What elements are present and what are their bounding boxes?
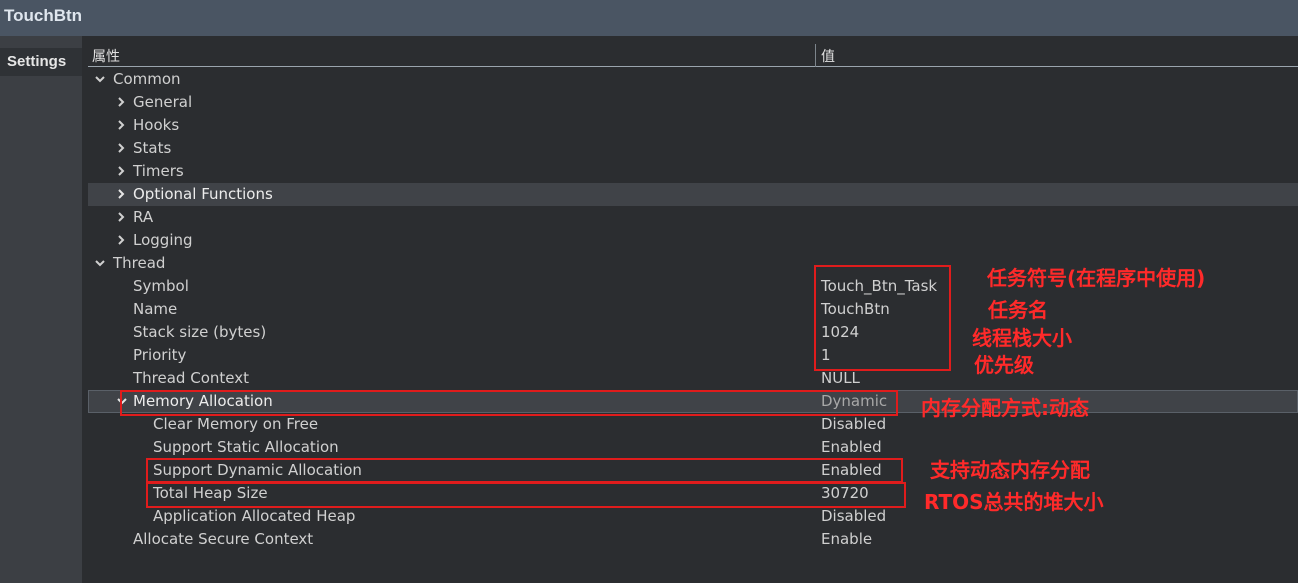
chevron-right-icon[interactable] bbox=[116, 189, 126, 199]
annotation-stack-note: 线程栈大小 bbox=[972, 326, 1072, 350]
property-row-support-static[interactable]: Support Static Allocation Enabled bbox=[88, 436, 1298, 459]
tree-item-hooks[interactable]: Hooks bbox=[88, 114, 1298, 137]
row-label: Thread bbox=[113, 254, 166, 272]
chevron-right-icon[interactable] bbox=[116, 212, 126, 222]
row-value[interactable]: Enabled bbox=[821, 436, 882, 459]
row-label: RA bbox=[133, 208, 154, 226]
row-label: Thread Context bbox=[133, 369, 249, 387]
tree-item-ra[interactable]: RA bbox=[88, 206, 1298, 229]
row-label: Name bbox=[133, 300, 178, 318]
chevron-down-icon[interactable] bbox=[95, 74, 105, 84]
tree-item-logging[interactable]: Logging bbox=[88, 229, 1298, 252]
property-row-clear-memory[interactable]: Clear Memory on Free Disabled bbox=[88, 413, 1298, 436]
header-property[interactable]: 属性 bbox=[92, 46, 120, 66]
chevron-right-icon[interactable] bbox=[116, 120, 126, 130]
property-row-app-allocated-heap[interactable]: Application Allocated Heap Disabled bbox=[88, 505, 1298, 528]
property-row-name[interactable]: Name TouchBtn bbox=[88, 298, 1298, 321]
row-label: Clear Memory on Free bbox=[153, 415, 319, 433]
row-label: Symbol bbox=[133, 277, 189, 295]
tree-item-timers[interactable]: Timers bbox=[88, 160, 1298, 183]
annotation-box-memory-allocation bbox=[120, 390, 898, 416]
tree-item-optional-functions[interactable]: Optional Functions bbox=[88, 183, 1298, 206]
annotation-box-heap-size bbox=[146, 482, 906, 508]
row-label: General bbox=[133, 93, 193, 111]
row-label: Timers bbox=[133, 162, 184, 180]
chevron-right-icon[interactable] bbox=[116, 235, 126, 245]
column-divider[interactable] bbox=[815, 44, 816, 67]
property-row-thread-context[interactable]: Thread Context NULL bbox=[88, 367, 1298, 390]
tree-item-stats[interactable]: Stats bbox=[88, 137, 1298, 160]
property-row-secure-context[interactable]: Allocate Secure Context Enable bbox=[88, 528, 1298, 551]
tab-settings[interactable]: Settings bbox=[0, 48, 82, 76]
annotation-name-note: 任务名 bbox=[988, 298, 1048, 322]
chevron-down-icon[interactable] bbox=[95, 258, 105, 268]
annotation-heap-note: RTOS总共的堆大小 bbox=[924, 490, 1104, 514]
chevron-right-icon[interactable] bbox=[116, 97, 126, 107]
row-label: Common bbox=[113, 70, 181, 88]
chevron-right-icon[interactable] bbox=[116, 143, 126, 153]
sidebar: Settings bbox=[0, 36, 82, 583]
annotation-symbol-note: 任务符号(在程序中使用) bbox=[987, 266, 1206, 290]
row-value[interactable]: Disabled bbox=[821, 505, 886, 528]
tree-item-general[interactable]: General bbox=[88, 91, 1298, 114]
row-label: Allocate Secure Context bbox=[133, 530, 314, 548]
annotation-box-dynamic-allocation bbox=[146, 458, 903, 483]
row-label: Priority bbox=[133, 346, 187, 364]
annotation-priority-note: 优先级 bbox=[974, 353, 1034, 377]
row-value[interactable]: Disabled bbox=[821, 413, 886, 436]
row-label: Application Allocated Heap bbox=[153, 507, 356, 525]
row-label: Optional Functions bbox=[133, 185, 273, 203]
tree-group-common[interactable]: Common bbox=[88, 68, 1298, 91]
annotation-box-thread-values bbox=[814, 265, 951, 371]
row-label: Stats bbox=[133, 139, 172, 157]
table-header: 属性 值 bbox=[88, 44, 1298, 67]
title-bar: TouchBtn bbox=[0, 0, 1298, 36]
header-value[interactable]: 值 bbox=[821, 46, 835, 66]
annotation-dynamic-note: 支持动态内存分配 bbox=[930, 458, 1090, 482]
window-title: TouchBtn bbox=[4, 6, 83, 25]
property-row-priority[interactable]: Priority 1 bbox=[88, 344, 1298, 367]
annotation-memory-note: 内存分配方式:动态 bbox=[921, 396, 1089, 420]
row-value[interactable]: Enable bbox=[821, 528, 872, 551]
chevron-right-icon[interactable] bbox=[116, 166, 126, 176]
property-row-stack-size[interactable]: Stack size (bytes) 1024 bbox=[88, 321, 1298, 344]
row-label: Logging bbox=[133, 231, 193, 249]
row-label: Hooks bbox=[133, 116, 180, 134]
row-label: Support Static Allocation bbox=[153, 438, 339, 456]
row-label: Stack size (bytes) bbox=[133, 323, 267, 341]
